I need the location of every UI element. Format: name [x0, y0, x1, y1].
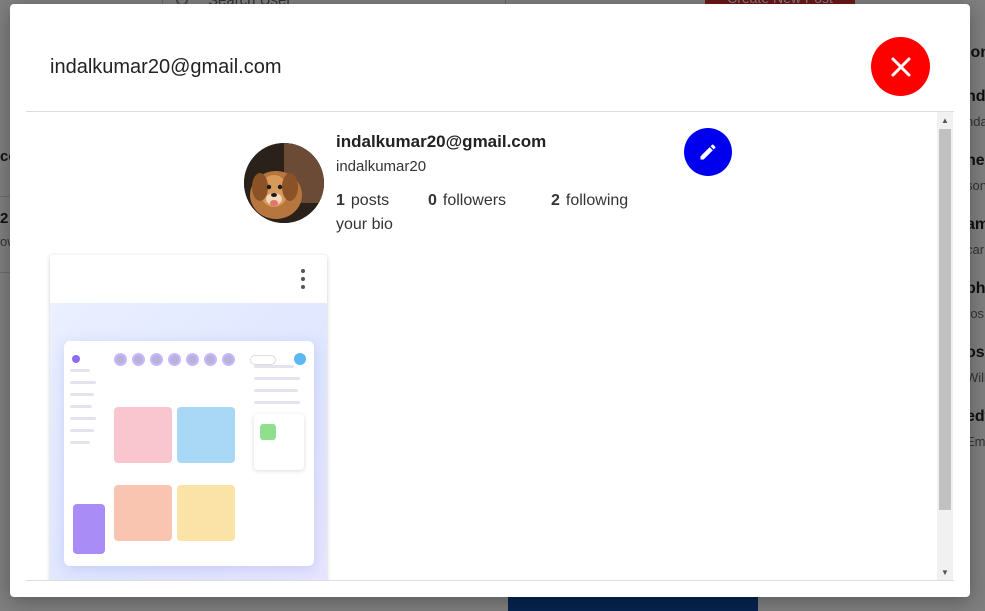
scrollbar[interactable]: ▲ ▼	[937, 112, 953, 580]
followers-stat[interactable]: 0 followers	[428, 192, 506, 210]
close-button[interactable]	[871, 37, 930, 96]
followers-count: 0	[428, 192, 437, 209]
post-card[interactable]	[50, 255, 327, 580]
profile-modal: indalkumar20@gmail.com indalkumar20@gmai…	[10, 4, 970, 597]
scroll-down-arrow[interactable]: ▼	[937, 564, 953, 580]
pencil-icon	[700, 144, 716, 160]
following-count: 2	[551, 192, 560, 209]
posts-label: posts	[350, 192, 390, 209]
posts-count: 1	[336, 192, 345, 209]
close-icon	[891, 57, 910, 76]
posts-stat: 1 posts	[336, 192, 389, 210]
profile-bio: your bio	[336, 216, 393, 233]
avatar	[244, 143, 324, 223]
post-image-dashboard-mockup	[64, 341, 314, 566]
edit-profile-button[interactable]	[684, 128, 732, 176]
scroll-up-arrow[interactable]: ▲	[937, 112, 953, 128]
profile-email: indalkumar20@gmail.com	[336, 132, 547, 151]
more-vertical-icon[interactable]	[296, 269, 310, 289]
profile-scroll-area[interactable]: indalkumar20@gmail.com indalkumar20 1 pos…	[26, 112, 954, 580]
modal-title: indalkumar20@gmail.com	[50, 56, 282, 78]
modal-divider-bottom	[26, 580, 954, 581]
following-label: following	[565, 192, 629, 209]
post-image[interactable]	[50, 303, 327, 580]
following-stat[interactable]: 2 following	[551, 192, 628, 210]
profile-username: indalkumar20	[336, 158, 427, 175]
followers-label: followers	[442, 192, 507, 209]
scrollbar-thumb[interactable]	[939, 129, 951, 510]
dog-photo-image	[244, 143, 324, 223]
